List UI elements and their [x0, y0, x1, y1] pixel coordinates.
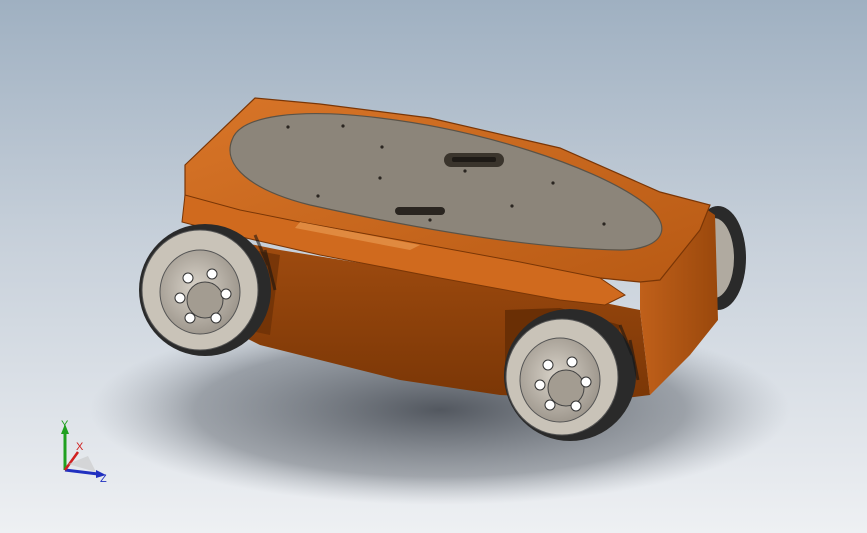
y-axis-label: Y [61, 419, 69, 431]
robot-chassis-model[interactable] [0, 0, 867, 533]
z-axis-label: Z [100, 473, 107, 485]
cad-viewport[interactable]: Y X Z [0, 0, 867, 533]
front-handle [395, 207, 445, 215]
wheel-front-left[interactable] [139, 224, 271, 356]
coordinate-triad: Y X Z [61, 419, 107, 485]
wheel-front-right[interactable] [504, 309, 636, 441]
x-axis-label: X [76, 441, 84, 453]
